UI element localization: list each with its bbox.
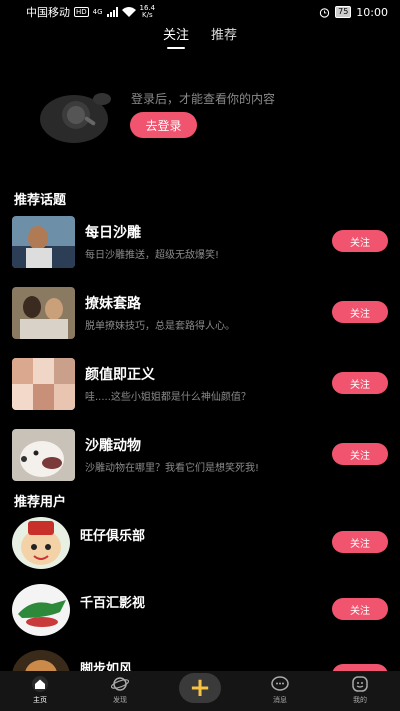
nav-home-label: 主页 [33, 696, 47, 704]
follow-button[interactable]: 关注 [332, 598, 388, 620]
net-speed: 16.4 K/s [140, 5, 156, 19]
net-type-label: 4G [92, 8, 103, 16]
nav-profile[interactable]: 我的 [330, 675, 390, 705]
topic-title: 颜值即正义 [85, 367, 155, 383]
follow-button[interactable]: 关注 [332, 443, 388, 465]
hd-badge: HD [74, 7, 89, 17]
topics-section-title: 推荐话题 [14, 193, 67, 208]
alarm-icon [319, 7, 330, 18]
battery-indicator: 75 [335, 6, 352, 18]
follow-button[interactable]: 关注 [332, 372, 388, 394]
signal-icon [106, 7, 118, 17]
clock: 10:00 [356, 5, 388, 19]
nav-create[interactable]: + [170, 673, 230, 703]
bottom-nav: 主页 发现 + 消息 我的 [0, 671, 400, 711]
nav-discover-label: 发现 [113, 696, 127, 704]
login-prompt-text: 登录后，才能查看你的内容 [131, 92, 276, 106]
status-right: 75 10:00 [319, 6, 388, 19]
follow-button[interactable]: 关注 [332, 531, 388, 553]
status-bar: 中国移动 HD 4G 16.4 K/s 75 10:00 [0, 0, 400, 24]
topic-row[interactable]: 每日沙雕 每日沙雕推送，超级无敌爆笑! 关注 [0, 216, 400, 272]
follow-button[interactable]: 关注 [332, 301, 388, 323]
topic-desc: 脱单撩妹技巧，总是套路得人心。 [85, 321, 235, 332]
user-name: 千百汇影视 [80, 596, 146, 611]
wifi-icon [121, 7, 136, 17]
topic-desc: 每日沙雕推送，超级无敌爆笑! [85, 250, 220, 261]
nav-profile-label: 我的 [353, 696, 367, 704]
top-tabs: 关注 推荐 [0, 22, 400, 49]
chat-icon [271, 676, 289, 691]
home-icon [32, 676, 48, 692]
user-row[interactable]: 千百汇影视 关注 [0, 584, 400, 640]
tab-recommended[interactable]: 推荐 [211, 22, 237, 49]
tab-following[interactable]: 关注 [163, 22, 189, 49]
follow-button[interactable]: 关注 [332, 230, 388, 252]
login-button[interactable]: 去登录 [130, 112, 197, 138]
profile-icon [352, 676, 368, 692]
user-name: 旺仔俱乐部 [80, 529, 146, 544]
nav-messages[interactable]: 消息 [250, 675, 310, 705]
nav-discover[interactable]: 发现 [90, 675, 150, 705]
topic-title: 沙雕动物 [85, 438, 141, 454]
topic-thumbnail [12, 287, 75, 339]
topic-desc: 沙雕动物在哪里？我看它们是想笑死我! [85, 463, 260, 474]
planet-icon [111, 677, 129, 691]
nav-home[interactable]: 主页 [10, 675, 70, 705]
net-speed-unit: K/s [142, 11, 153, 19]
topic-title: 每日沙雕 [85, 225, 141, 241]
carrier-label: 中国移动 [26, 6, 70, 19]
topic-row[interactable]: 撩妹套路 脱单撩妹技巧，总是套路得人心。 关注 [0, 287, 400, 343]
nav-messages-label: 消息 [273, 696, 287, 704]
topic-thumbnail [12, 429, 75, 481]
topic-row[interactable]: 沙雕动物 沙雕动物在哪里？我看它们是想笑死我! 关注 [0, 429, 400, 485]
user-avatar [12, 517, 70, 569]
topic-title: 撩妹套路 [85, 296, 141, 312]
topic-thumbnail [12, 358, 75, 410]
status-left: 中国移动 HD 4G 16.4 K/s [26, 4, 155, 20]
topic-thumbnail [12, 216, 75, 268]
login-illustration [40, 93, 111, 143]
plus-icon: + [179, 673, 221, 703]
user-row[interactable]: 旺仔俱乐部 关注 [0, 517, 400, 573]
user-avatar [12, 584, 70, 636]
topic-row[interactable]: 颜值即正义 哇.....这些小姐姐都是什么神仙颜值？ 关注 [0, 358, 400, 414]
topic-desc: 哇.....这些小姐姐都是什么神仙颜值？ [85, 392, 251, 403]
users-section-title: 推荐用户 [14, 495, 67, 510]
